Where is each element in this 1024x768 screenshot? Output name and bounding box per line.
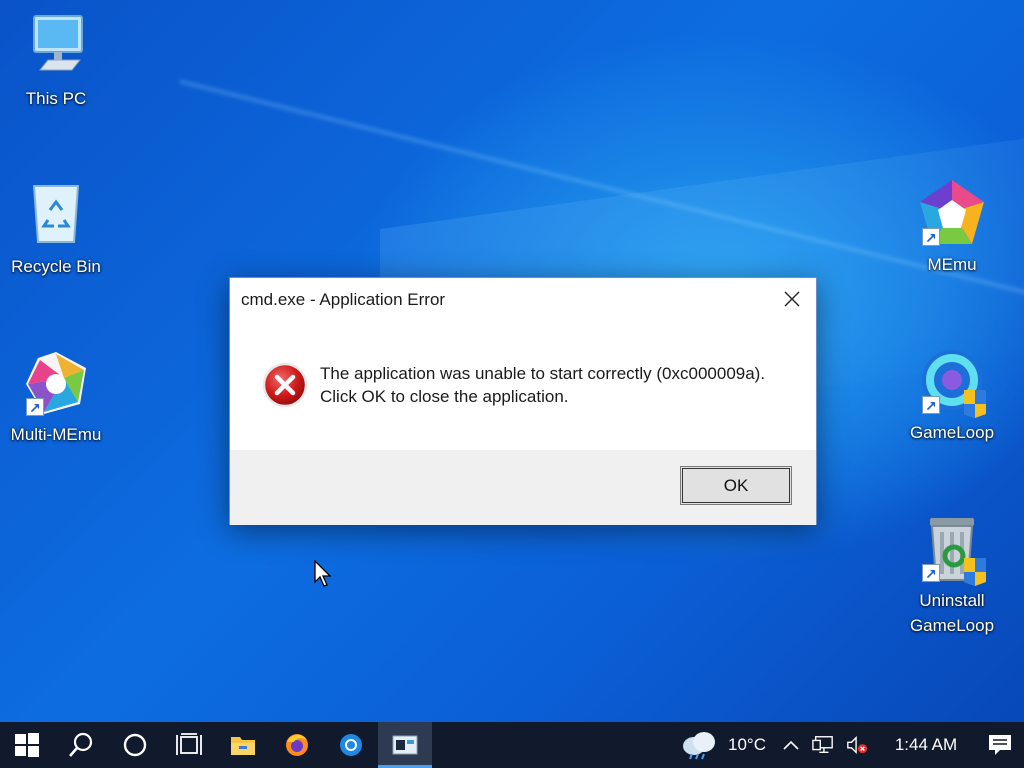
dialog-body: The application was unable to start corr… (230, 320, 816, 450)
volume-button[interactable] (840, 722, 874, 768)
desktop-icon-label: Recycle Bin (11, 257, 101, 276)
network-button[interactable] (806, 722, 840, 768)
error-icon (262, 362, 308, 408)
close-icon (784, 291, 800, 307)
desktop-icon-label: MEmu (927, 255, 977, 274)
shortcut-arrow-icon (922, 226, 940, 251)
weather-cloud-icon (683, 732, 716, 760)
this-pc-icon (20, 12, 92, 84)
recycle-bin-icon (20, 180, 92, 252)
desktop-icon-uninstall-gameloop[interactable]: Uninstall GameLoop (902, 514, 1002, 638)
start-icon (15, 733, 39, 757)
desktop-icon-label: Uninstall (919, 591, 985, 610)
shortcut-arrow-icon (922, 394, 940, 419)
file-explorer-button[interactable] (216, 722, 270, 768)
taskbar: 10°C 1:44 AM (0, 722, 1024, 768)
gameloop-icon (916, 346, 988, 419)
desktop-icon-recycle-bin[interactable]: Recycle Bin (6, 180, 106, 279)
chevron-up-icon (783, 740, 799, 750)
action-center-button[interactable] (976, 722, 1024, 768)
cortana-button[interactable] (108, 722, 162, 768)
dialog-message-line: The application was unable to start corr… (320, 364, 766, 383)
search-icon (69, 732, 93, 757)
chrome-button[interactable] (324, 722, 378, 768)
desktop-icon-this-pc[interactable]: This PC (6, 12, 106, 111)
dialog-message: The application was unable to start corr… (320, 362, 765, 408)
show-hidden-icons-button[interactable] (776, 722, 806, 768)
task-view-icon (176, 733, 202, 755)
desktop-icon-gameloop[interactable]: GameLoop (902, 346, 1002, 445)
desktop-icon-multi-memu[interactable]: Multi-MEmu (6, 348, 106, 447)
memu-icon (916, 178, 988, 251)
weather-temperature: 10°C (728, 735, 766, 754)
terminal-icon (392, 735, 418, 755)
dialog-message-line: Click OK to close the application. (320, 387, 569, 406)
firefox-button[interactable] (270, 722, 324, 768)
volume-muted-icon (847, 736, 868, 754)
mouse-cursor-icon (314, 559, 334, 588)
desktop-icon-label: Multi-MEmu (10, 425, 102, 444)
desktop-icon-label: GameLoop (909, 423, 995, 442)
desktop-icon-label: GameLoop (909, 616, 995, 635)
system-tray: 10°C 1:44 AM (674, 722, 1024, 768)
search-button[interactable] (54, 722, 108, 768)
clock-time: 1:44 AM (894, 735, 958, 754)
terminal-button[interactable] (378, 722, 432, 768)
dialog-footer: OK (230, 450, 816, 525)
ok-button[interactable]: OK (680, 466, 792, 505)
dialog-close-button[interactable] (768, 278, 816, 320)
chrome-icon (340, 734, 362, 756)
notification-icon (989, 735, 1011, 755)
dialog-title: cmd.exe - Application Error (241, 290, 446, 309)
desktop-icon-memu[interactable]: MEmu (902, 178, 1002, 277)
shortcut-arrow-icon (922, 562, 940, 587)
firefox-icon (286, 734, 308, 756)
cortana-icon (123, 733, 147, 757)
shortcut-arrow-icon (26, 396, 44, 421)
clock[interactable]: 1:44 AM (878, 722, 974, 768)
application-error-dialog: cmd.exe - Application Error The applicat… (229, 277, 817, 525)
weather-widget[interactable]: 10°C (674, 722, 776, 768)
network-icon (812, 736, 833, 754)
multi-memu-icon (20, 348, 92, 421)
file-explorer-icon (231, 737, 255, 755)
uninstall-gameloop-icon (916, 514, 988, 587)
start-button[interactable] (0, 722, 54, 768)
desktop-icon-label: This PC (25, 89, 87, 108)
task-view-button[interactable] (162, 722, 216, 768)
